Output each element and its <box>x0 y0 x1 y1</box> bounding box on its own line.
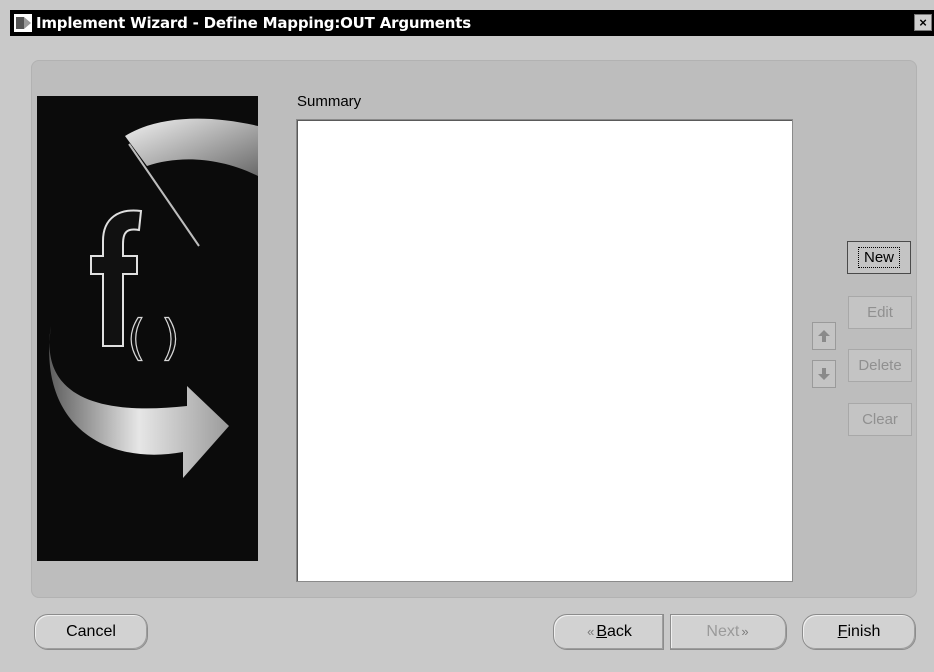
next-label: Next <box>706 623 740 640</box>
wizard-image: ( ) <box>37 96 258 561</box>
summary-label: Summary <box>297 93 362 110</box>
close-icon: × <box>919 15 927 30</box>
svg-text:( ): ( ) <box>127 310 180 366</box>
new-button[interactable]: New <box>847 241 911 274</box>
window-app-icon <box>14 14 32 32</box>
next-button[interactable]: Next» <box>670 614 787 650</box>
clear-button[interactable]: Clear <box>848 403 912 436</box>
down-arrow-icon <box>818 368 830 380</box>
edit-button[interactable]: Edit <box>848 296 912 329</box>
up-arrow-icon <box>818 330 830 342</box>
finish-label: inish <box>847 623 881 640</box>
title-bar: Implement Wizard - Define Mapping:OUT Ar… <box>10 10 934 36</box>
back-button[interactable]: «Back <box>553 614 664 650</box>
move-down-button[interactable] <box>812 360 836 388</box>
summary-list[interactable] <box>296 119 793 582</box>
move-up-button[interactable] <box>812 322 836 350</box>
back-mnemonic: B <box>596 623 607 640</box>
back-label: ack <box>607 623 632 640</box>
chevron-left-icon: « <box>587 624 595 639</box>
function-f-icon: ( ) <box>49 118 258 478</box>
new-button-label: New <box>857 247 900 268</box>
close-button[interactable]: × <box>914 14 932 31</box>
delete-button[interactable]: Delete <box>848 349 912 382</box>
finish-button[interactable]: Finish <box>802 614 916 650</box>
window-title: Implement Wizard - Define Mapping:OUT Ar… <box>36 14 471 32</box>
chevron-right-icon: » <box>741 624 749 639</box>
finish-mnemonic: F <box>837 623 848 640</box>
cancel-button[interactable]: Cancel <box>34 614 148 650</box>
